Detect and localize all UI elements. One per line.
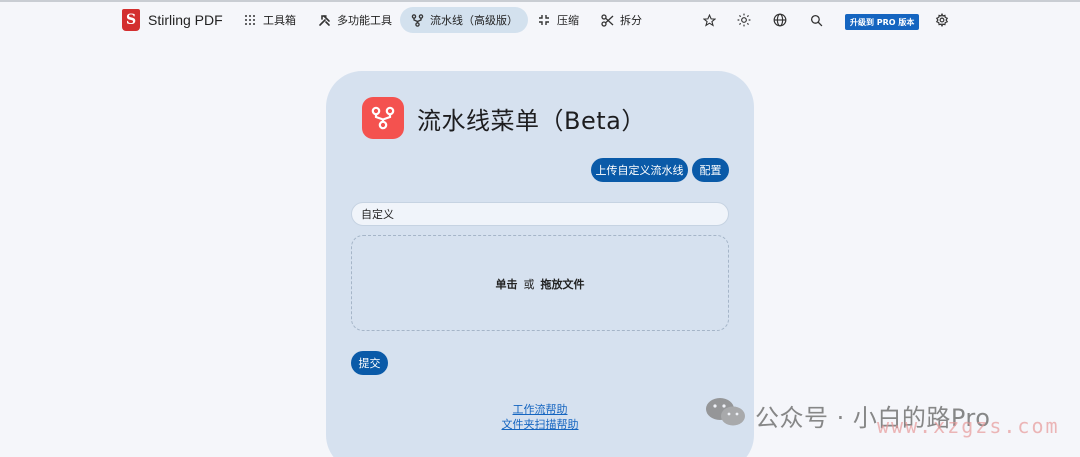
tools-icon: [317, 13, 331, 27]
grid-icon: [243, 13, 257, 27]
nav-item-label: 多功能工具: [337, 14, 392, 27]
pipeline-select-value: 自定义: [361, 208, 394, 221]
nav-item-label: 拆分: [620, 14, 642, 27]
nav-item-label: 工具箱: [263, 14, 296, 27]
stirling-logo-icon: S: [122, 9, 140, 31]
workflow-help-link[interactable]: 工作流帮助: [513, 403, 568, 416]
app-name: Stirling PDF: [148, 12, 223, 28]
upgrade-pro-button[interactable]: 升级到 PRO 版本: [845, 14, 920, 30]
compress-icon: [537, 13, 551, 27]
drop-click-text: 单击: [495, 278, 518, 291]
help-links: 工作流帮助 文件夹扫描帮助: [326, 403, 754, 431]
scissors-icon: [600, 13, 614, 27]
star-icon[interactable]: [701, 12, 717, 28]
nav-item-label: 压缩: [557, 14, 579, 27]
wechat-watermark-icon: [705, 396, 747, 428]
nav-item-split[interactable]: 拆分: [590, 7, 652, 33]
pipeline-card: 流水线菜单（Beta） 上传自定义流水线 配置 自定义 单击 或 拖放文件 提交…: [326, 71, 754, 457]
nav-item-pipeline[interactable]: 流水线（高级版）: [400, 7, 528, 33]
nav-item-toolbox[interactable]: 工具箱: [233, 7, 306, 33]
globe-icon[interactable]: [772, 12, 788, 28]
page-title: 流水线菜单（Beta）: [417, 106, 646, 135]
pipeline-select[interactable]: 自定义: [351, 202, 729, 226]
upload-custom-pipeline-button[interactable]: 上传自定义流水线: [591, 158, 688, 182]
folder-scan-help-link[interactable]: 文件夹扫描帮助: [502, 418, 579, 431]
nav-item-label: 流水线（高级版）: [430, 14, 518, 27]
submit-button[interactable]: 提交: [351, 351, 388, 375]
card-header: 流水线菜单（Beta）: [362, 97, 646, 139]
drop-drag-text: 拖放文件: [540, 278, 585, 291]
search-icon[interactable]: [808, 12, 824, 28]
file-drop-zone[interactable]: 单击 或 拖放文件: [351, 235, 729, 331]
sun-icon[interactable]: [736, 12, 752, 28]
brand[interactable]: S Stirling PDF: [122, 8, 223, 32]
top-navbar: S Stirling PDF 工具箱 多功能工具 流水线（高级版） 压缩 拆分 …: [0, 2, 1080, 38]
config-button[interactable]: 配置: [692, 158, 729, 182]
drop-or-text: 或: [523, 278, 535, 291]
nav-item-compress[interactable]: 压缩: [527, 7, 589, 33]
pipeline-icon: [410, 13, 424, 27]
nav-item-multi-tool[interactable]: 多功能工具: [307, 7, 402, 33]
watermark-url: www.xzgzs.com: [877, 414, 1060, 438]
pipeline-badge-icon: [362, 97, 404, 139]
gear-icon[interactable]: [934, 12, 950, 28]
